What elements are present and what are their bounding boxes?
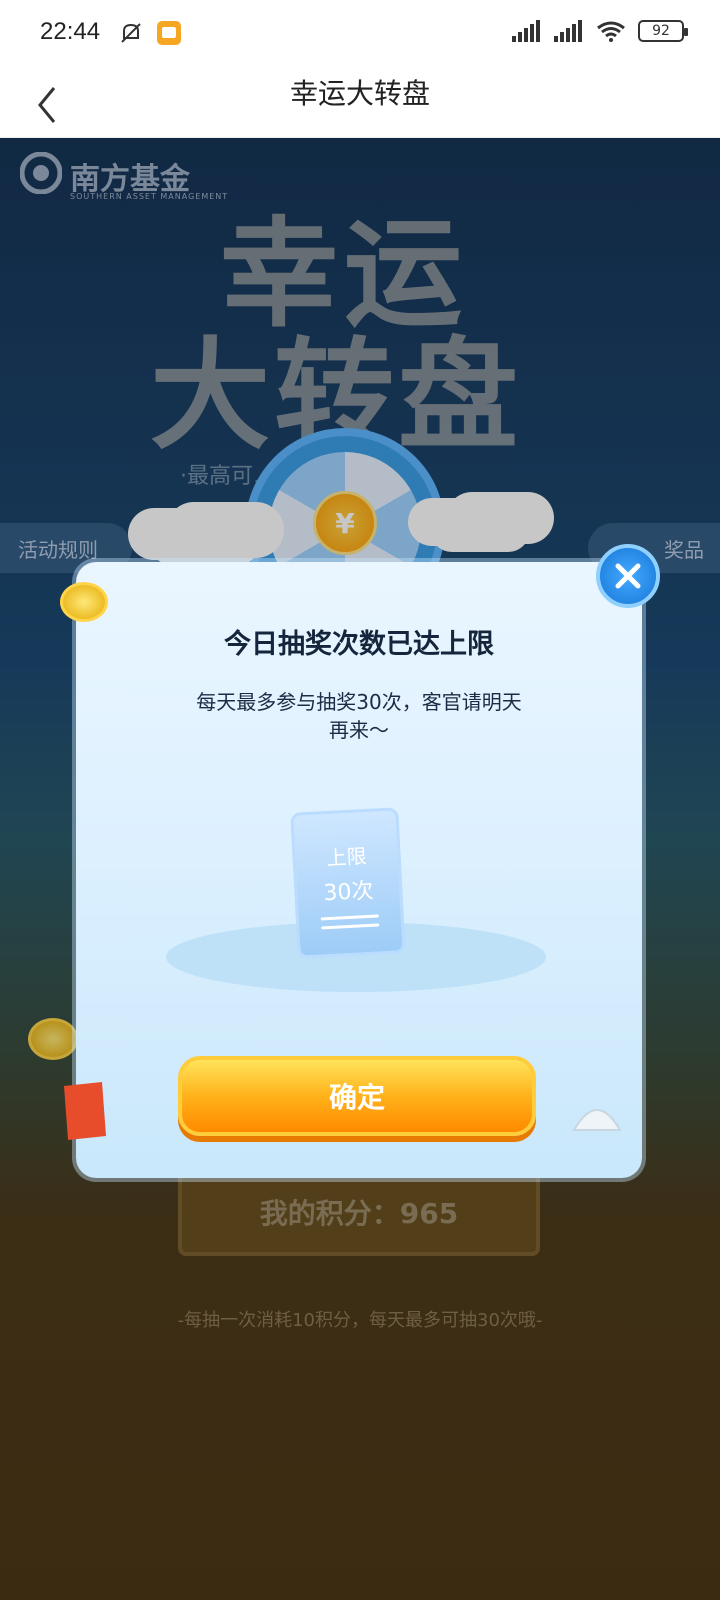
limit-reached-dialog: 今日抽奖次数已达上限 每天最多参与抽奖30次，客官请明天再来～ 上限 30次 确… — [60, 562, 642, 1178]
hd-signal-icon — [554, 20, 582, 42]
ticket-divider — [320, 914, 379, 921]
battery-icon: 92 — [638, 20, 688, 42]
close-icon — [615, 563, 641, 589]
close-dialog-button[interactable] — [596, 544, 660, 608]
wifi-icon — [597, 21, 625, 42]
status-bar: 22:44 92 — [0, 0, 720, 68]
confirm-button[interactable]: 确定 — [178, 1056, 536, 1136]
ticket-line2: 30次 — [322, 878, 375, 907]
red-envelope-icon — [64, 1082, 106, 1140]
page-title: 幸运大转盘 — [289, 77, 430, 110]
ticket-divider — [321, 923, 380, 930]
signal-icon — [512, 20, 540, 42]
coin-icon — [60, 582, 108, 622]
nav-bar: 幸运大转盘 — [0, 68, 720, 138]
ticket-illustration: 上限 30次 — [166, 792, 546, 992]
status-right-icons: 92 — [512, 20, 688, 42]
ticket-icon: 上限 30次 — [290, 807, 406, 959]
notification-app-icon — [157, 21, 181, 45]
status-left-icons — [118, 20, 182, 46]
status-time: 22:44 — [40, 18, 101, 45]
ticket-line1: 上限 — [326, 844, 368, 871]
mute-icon — [121, 23, 141, 43]
dialog-title: 今日抽奖次数已达上限 — [224, 629, 494, 660]
dialog-message: 每天最多参与抽奖30次，客官请明天再来～ — [196, 690, 522, 742]
shell-icon — [572, 1109, 622, 1131]
